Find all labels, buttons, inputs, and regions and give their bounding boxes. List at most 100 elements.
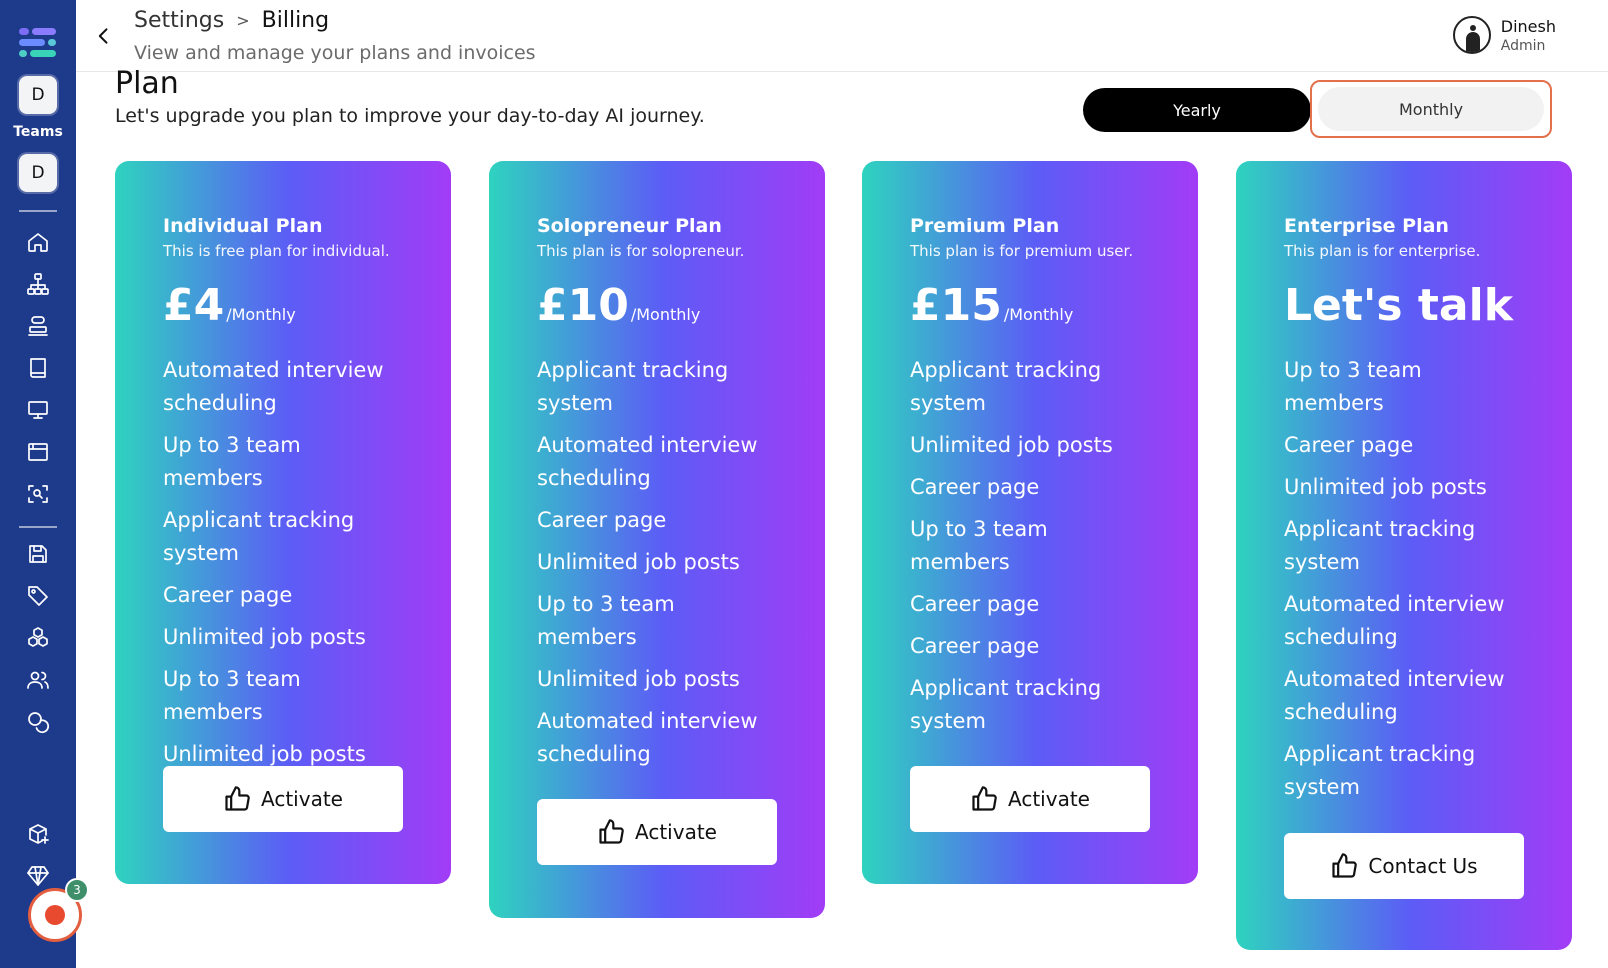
feature-item: Automated interview scheduling [537,433,758,490]
feature-list: Applicant tracking system Unlimited job … [910,354,1150,738]
workspace-avatar[interactable]: D [19,76,57,114]
feature-item: Up to 3 team members [1284,358,1422,415]
chevron-right-icon: > [236,11,250,30]
plan-subtitle: This plan is for premium user. [910,242,1134,260]
feature-item: Applicant tracking system [910,676,1102,733]
monthly-toggle-button[interactable]: Monthly [1310,80,1552,138]
feature-item: Up to 3 team members [537,592,675,649]
user-role: Admin [1500,37,1546,54]
feature-item: Applicant tracking system [910,358,1102,415]
feature-list: Automated interview scheduling Up to 3 t… [163,354,403,771]
org-chart-icon[interactable] [18,264,58,304]
plan-price: £4 /Monthly [163,280,403,334]
teams-label: Teams [13,124,63,140]
feature-item: Career page [163,583,293,607]
feature-item: Automated interview scheduling [1284,592,1505,649]
book-icon[interactable] [18,348,58,388]
page-header: Settings > Billing View and manage your … [76,0,1608,72]
chevron-left-icon [98,28,108,44]
plan-name: Premium Plan [910,215,1060,237]
contact-us-button[interactable]: Contact Us [1284,833,1524,899]
billing-period-toggle: Yearly Monthly [1083,80,1552,138]
team-avatar[interactable]: D [19,154,57,192]
user-menu[interactable]: Dinesh Admin [1452,16,1556,54]
feature-item: Career page [910,475,1040,499]
scan-search-icon[interactable] [18,474,58,514]
activate-button[interactable]: Activate [910,766,1150,832]
monitor-icon[interactable] [18,390,58,430]
feature-item: Unlimited job posts [1284,475,1487,499]
feature-item: Unlimited job posts [537,667,740,691]
plan-price: £10 /Monthly [537,280,777,334]
thumbs-up-icon [599,819,624,844]
plan-subtitle: This is free plan for individual. [163,242,390,260]
back-button[interactable] [90,22,118,50]
activate-label: Activate [635,820,717,844]
thumbs-up-icon [972,786,997,811]
feature-item: Up to 3 team members [163,667,301,724]
tag-icon[interactable] [18,576,58,616]
plan-name: Individual Plan [163,215,323,237]
feature-list: Up to 3 team members Career page Unlimit… [1284,354,1524,804]
sidebar-divider [19,526,57,528]
price-amount: £15 [910,280,1002,331]
plan-price: Let's talk [1284,280,1524,334]
breadcrumb-billing: Billing [261,8,330,33]
activate-label: Activate [261,787,343,811]
feature-item: Applicant tracking system [163,508,355,565]
browser-window-icon[interactable] [18,432,58,472]
price-text: Let's talk [1284,280,1513,331]
feature-item: Automated interview scheduling [163,358,384,415]
feature-item: Unlimited job posts [537,550,740,574]
feature-item: Career page [910,634,1040,658]
plan-name: Solopreneur Plan [537,215,722,237]
users-icon[interactable] [18,660,58,700]
feature-item: Applicant tracking system [537,358,729,415]
avatar[interactable] [1452,16,1491,54]
home-icon[interactable] [18,222,58,262]
plan-subtitle: This plan is for enterprise. [1284,242,1481,260]
price-period: /Monthly [630,305,701,324]
thumbs-up-icon [1332,853,1358,878]
page-subtitle: View and manage your plans and invoices [134,42,536,64]
user-name: Dinesh [1500,16,1556,36]
plan-card-enterprise: Enterprise Plan This plan is for enterpr… [1236,161,1572,950]
feature-item: Unlimited job posts [910,433,1113,457]
feature-item: Up to 3 team members [163,433,301,490]
activate-label: Activate [1008,787,1090,811]
feature-item: Applicant tracking system [1284,742,1476,799]
thumbs-up-icon [225,786,250,811]
price-period: /Monthly [1003,305,1074,324]
plan-name: Enterprise Plan [1284,215,1449,237]
monthly-toggle-label: Monthly [1318,87,1544,131]
stack-icon[interactable] [18,306,58,346]
feature-item: Automated interview scheduling [537,709,758,766]
price-period: /Monthly [226,305,296,324]
save-icon[interactable] [18,534,58,574]
plan-price: £15 /Monthly [910,280,1150,334]
feature-item: Career page [1284,433,1414,457]
contact-us-label: Contact Us [1368,854,1478,878]
feature-item: Up to 3 team members [910,517,1048,574]
yearly-toggle-button[interactable]: Yearly [1083,88,1311,132]
cubes-icon[interactable] [18,618,58,658]
price-amount: £10 [537,280,629,331]
coins-icon[interactable] [18,702,58,742]
activate-button[interactable]: Activate [537,799,777,865]
sidebar-divider [19,210,57,212]
section-description: Let's upgrade you plan to improve your d… [115,105,705,127]
activate-button[interactable]: Activate [163,766,403,832]
price-amount: £4 [163,280,225,331]
feature-item: Automated interview scheduling [1284,667,1505,724]
feature-item: Unlimited job posts [163,625,366,649]
record-dot-icon [45,905,65,925]
breadcrumb-settings[interactable]: Settings [134,8,224,33]
feature-list: Applicant tracking system Automated inte… [537,354,777,771]
app-logo[interactable] [19,26,57,60]
section-title: Plan [115,66,179,101]
feature-item: Career page [537,508,667,532]
package-plus-icon[interactable] [18,814,58,854]
plan-card-individual: Individual Plan This is free plan for in… [115,161,451,884]
breadcrumb: Settings > Billing [134,8,329,33]
sidebar: D Teams D [0,0,76,968]
